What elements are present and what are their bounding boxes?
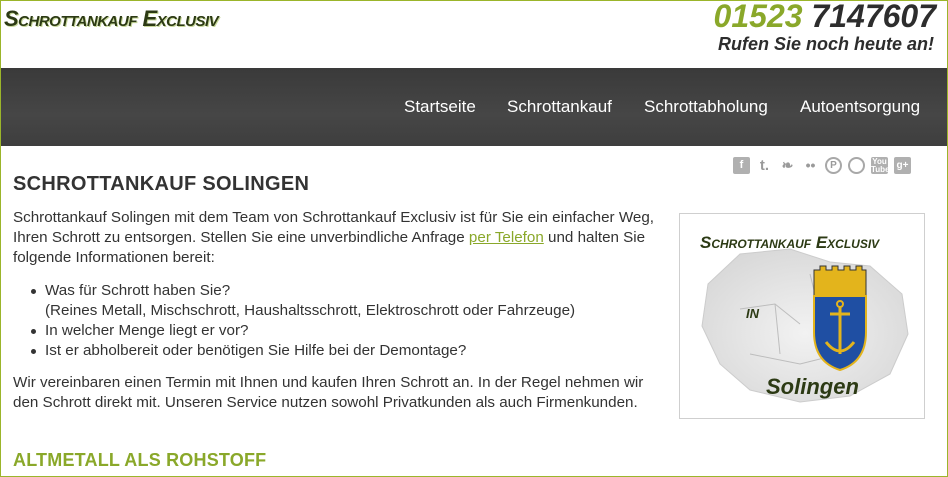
- intro-paragraph: Schrottankauf Solingen mit dem Team von …: [13, 208, 663, 268]
- list-item: In welcher Menge liegt er vor?: [13, 321, 663, 341]
- pinterest-icon[interactable]: P: [825, 157, 842, 174]
- tumblr-icon[interactable]: t.: [756, 157, 773, 174]
- list-item-text: Was für Schrott haben Sie?: [45, 282, 231, 299]
- service-paragraph: Wir vereinbaren einen Termin mit Ihnen u…: [13, 374, 644, 411]
- phone-part-2: 7147607: [811, 0, 936, 34]
- flickr-icon[interactable]: ••: [802, 157, 819, 174]
- youtube-icon[interactable]: You Tube: [871, 157, 890, 174]
- logo-text: Schrottankauf Exclusiv: [4, 6, 219, 31]
- coat-of-arms-icon: [813, 265, 867, 372]
- google-plus-icon[interactable]: g+: [894, 157, 911, 174]
- section-title: ALTMETALL ALS ROHSTOFF: [13, 450, 267, 470]
- solingen-image: Schrottankauf Exclusiv IN Solingen: [679, 213, 925, 419]
- nav-item-autoentsorgung[interactable]: Autoentsorgung: [800, 97, 920, 117]
- list-item-subtext: (Reines Metall, Mischschrott, Haushaltss…: [45, 302, 576, 319]
- list-item-text: In welcher Menge liegt er vor?: [45, 322, 249, 339]
- site-logo[interactable]: Schrottankauf Exclusiv: [4, 6, 219, 32]
- list-item: Ist er abholbereit oder benötigen Sie Hi…: [13, 341, 663, 361]
- phone-number[interactable]: 01523 7147607: [714, 0, 936, 35]
- solingen-map-graphic: Schrottankauf Exclusiv IN Solingen: [680, 214, 924, 418]
- page-title: SCHROTTANKAUF SOLINGEN: [13, 173, 310, 195]
- info-list: Was für Schrott haben Sie? (Reines Metal…: [13, 281, 663, 361]
- facebook-icon[interactable]: f: [733, 157, 750, 174]
- dribbble-icon[interactable]: [848, 157, 865, 174]
- header-tagline: Rufen Sie noch heute an!: [717, 34, 934, 54]
- social-links: f t. ❧ •• P You Tube g+: [733, 157, 911, 174]
- list-item-text: Ist er abholbereit oder benötigen Sie Hi…: [45, 342, 467, 359]
- list-item: Was für Schrott haben Sie? (Reines Metal…: [13, 281, 663, 321]
- phone-link[interactable]: per Telefon: [469, 229, 544, 246]
- nav-item-schrottabholung[interactable]: Schrottabholung: [644, 97, 768, 117]
- image-logo-text: Schrottankauf Exclusiv: [700, 233, 880, 252]
- image-city-text: Solingen: [766, 374, 859, 399]
- nav-item-startseite[interactable]: Startseite: [404, 97, 476, 117]
- twitter-icon[interactable]: ❧: [779, 157, 796, 174]
- phone-part-1: 01523: [713, 0, 803, 34]
- image-in-text: IN: [746, 306, 760, 321]
- nav-item-schrottankauf[interactable]: Schrottankauf: [507, 97, 612, 117]
- main-navigation: Startseite Schrottankauf Schrottabholung…: [1, 68, 947, 146]
